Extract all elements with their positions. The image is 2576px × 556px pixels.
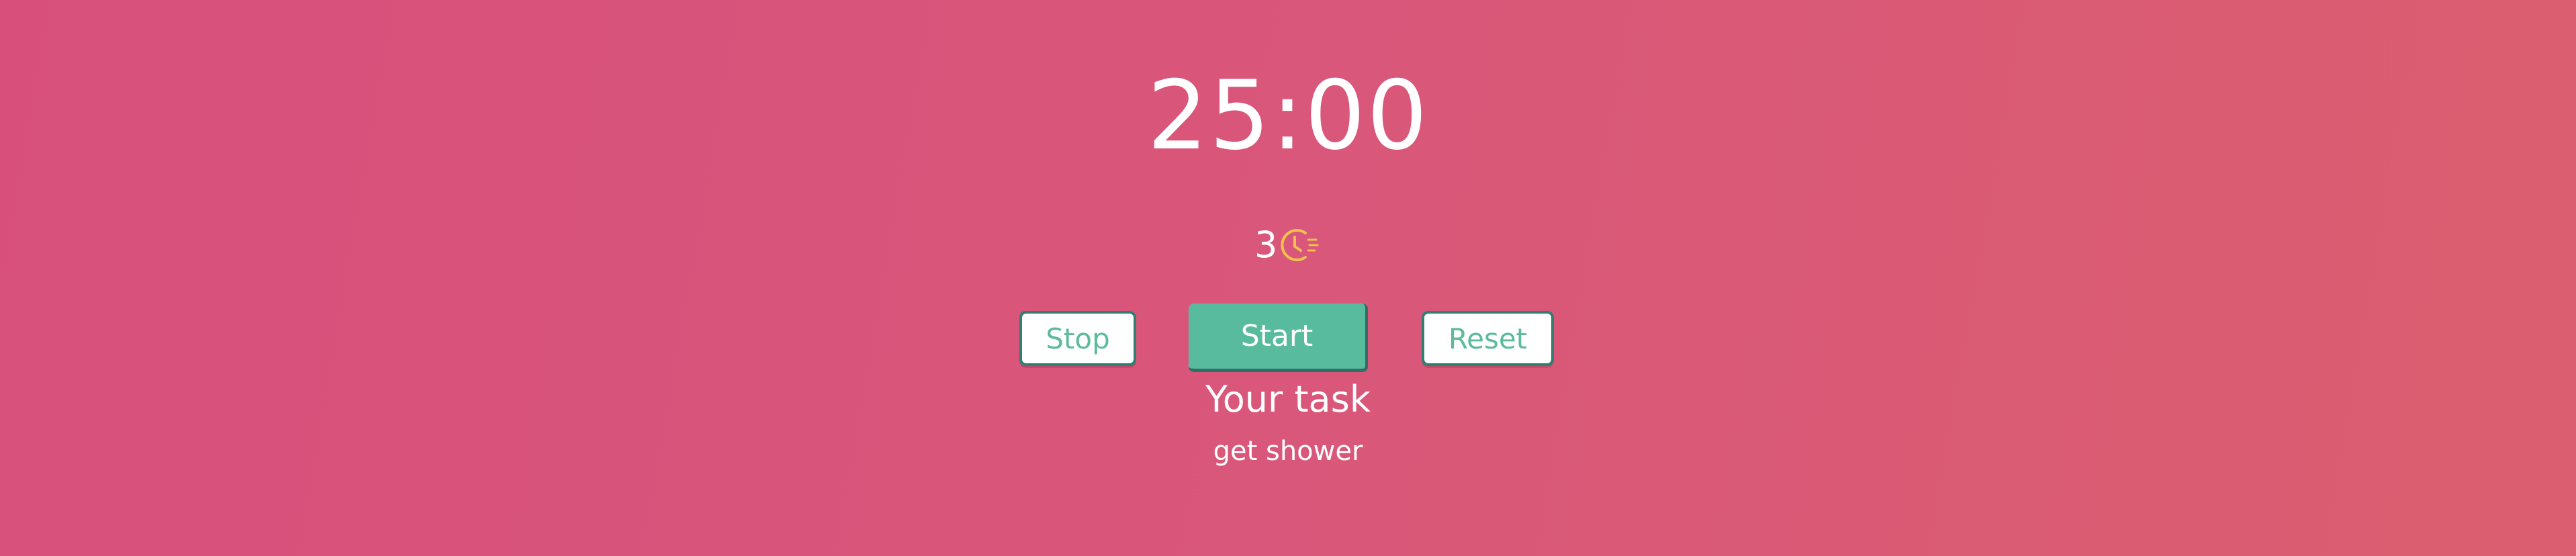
session-counter: 3 (1254, 222, 1319, 269)
session-count: 3 (1254, 224, 1278, 266)
timer-display: 25:00 (1147, 60, 1429, 171)
fast-clock-icon (1279, 225, 1319, 265)
task-heading: Your task (1205, 378, 1371, 420)
stop-button[interactable]: Stop (1019, 311, 1136, 366)
task-name: get shower (1213, 436, 1363, 467)
reset-button[interactable]: Reset (1422, 311, 1554, 366)
start-button[interactable]: Start (1189, 304, 1368, 372)
pomodoro-app: 25:00 3 Stop Start Reset Your task get s… (0, 0, 2576, 556)
